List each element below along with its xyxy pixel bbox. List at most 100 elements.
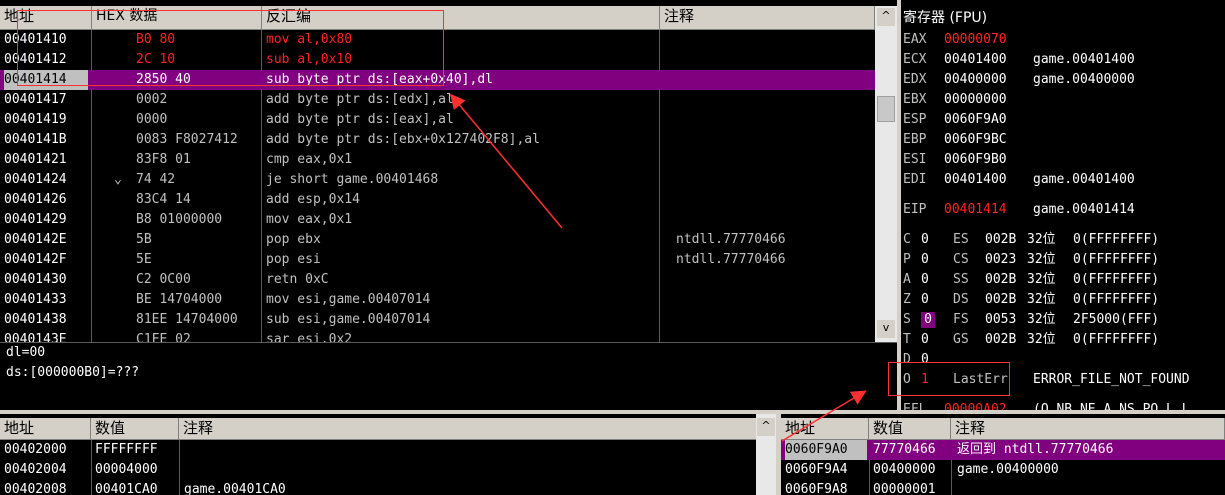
register-name: EAX [903,32,927,47]
memory-dump-pane[interactable]: 地址 数值 注释 00402000 FFFFFFFF 00402004 0000400… [0,414,776,495]
dump-col-header-comment[interactable]: 注释 [179,418,776,440]
disasm-row[interactable]: 0040142E 5B pop ebx ntdll.77770466 [0,230,875,250]
register-annotation: game.00401400 [1033,52,1135,67]
stack-row[interactable]: 0060F9A0 77770466 返回到 ntdll.77770466 [781,440,1225,460]
disasm-hex: 2C 10 [136,52,176,67]
disasm-row[interactable]: 00401426 83C4 14 add esp,0x14 [0,190,875,210]
disasm-hex: 74 42 [136,172,176,187]
stack-pane[interactable]: 地址 数值 注释 0060F9A0 77770466 返回到 ntdll.77770… [781,414,1225,495]
register-value[interactable]: 00000000 [944,90,1016,110]
disasm-address: 00401426 [4,192,67,207]
flag-value[interactable]: 1 [921,370,935,390]
disasm-row[interactable]: 00401421 83F8 01 cmp eax,0x1 [0,150,875,170]
disasm-row[interactable]: 00401410 B0 80 mov al,0x80 [0,30,875,50]
disasm-comment [676,30,872,50]
disasm-row[interactable]: 00401433 BE 14704000 mov esi,game.00407014 [0,290,875,310]
disasm-row[interactable]: 00401438 81EE 14704000 sub esi,game.004070… [0,310,875,330]
disasm-comment [676,270,872,290]
dump-row[interactable]: 00402008 00401CA0 game.00401CA0 [0,480,776,495]
dump-address: 00402000 [4,442,67,457]
stack-comment: 返回到 ntdll.77770466 [957,442,1114,457]
disasm-row[interactable]: 00401419 0000 add byte ptr ds:[eax],al [0,110,875,130]
disasm-hex: C2 0C00 [136,272,191,287]
flag-value[interactable]: 0 [921,252,935,268]
dump-scroll-up-button[interactable]: ^ [757,418,775,436]
register-value[interactable]: 00400000 [944,70,1016,90]
dump-scrollbar[interactable]: ^ [756,414,776,495]
register-value[interactable]: 00401414 [944,200,1016,220]
disasm-comment [676,330,872,342]
stack-col-header-address[interactable]: 地址 [781,418,869,440]
register-value[interactable]: 00401400 [944,50,1016,70]
registers-pane[interactable]: 寄存器 (FPU) EAX 00000070 ECX 00401400 game.004… [901,0,1225,417]
disasm-address: 00401412 [4,52,67,67]
segment-name [953,350,977,370]
disasm-hex: 2850 40 [136,72,191,87]
stack-address: 0060F9A8 [785,482,848,495]
disasm-comment [676,290,872,310]
disasm-row[interactable]: 00401424 74 42 je short game.00401468 ⌄ [0,170,875,190]
dump-col-header-value[interactable]: 数值 [91,418,179,440]
stack-row[interactable]: 0060F9A8 00000001 [781,480,1225,495]
disasm-hex: C1FE 02 [136,332,191,342]
col-header-hex[interactable]: HEX 数据 [92,6,262,30]
register-value[interactable]: 00000070 [944,30,1016,50]
disasm-comment [676,310,872,330]
disasm-comment: ntdll.77770466 [676,232,786,247]
disasm-hex: 0002 [136,92,168,107]
disasm-hex: 5B [136,232,152,247]
flag-name: Z [903,292,911,307]
disasm-instruction: mov al,0x80 [266,32,353,47]
register-value[interactable]: 00401400 [944,170,1016,190]
register-value[interactable]: 0060F9BC [944,130,1016,150]
disasm-row[interactable]: 00401414 2850 40 sub byte ptr ds:[eax+0x40… [0,70,875,90]
flag-value[interactable]: 0 [921,352,935,368]
disasm-row[interactable]: 00401430 C2 0C00 retn 0xC [0,270,875,290]
disasm-row[interactable]: 00401429 B8 01000000 mov eax,0x1 [0,210,875,230]
register-annotation [1033,150,1223,170]
flag-name: P [903,252,911,267]
flag-value[interactable]: 0 [921,292,935,308]
flag-value[interactable]: 0 [921,312,935,328]
col-header-comment[interactable]: 注释 [660,6,875,30]
disassembly-scrollbar[interactable]: ^ v [875,6,897,342]
segment-bits: 32位 [1027,312,1056,327]
lasterror-value: ERROR_FILE_NOT_FOUND [1033,372,1190,387]
disasm-comment: ntdll.77770466 [676,252,786,267]
disasm-row[interactable]: 00401412 2C 10 sub al,0x10 [0,50,875,70]
stack-row[interactable]: 0060F9A4 00400000 game.00400000 [781,460,1225,480]
scroll-up-button[interactable]: ^ [877,8,895,26]
disasm-comment [676,130,872,150]
stack-value: 00400000 [873,462,936,477]
dump-col-header-address[interactable]: 地址 [0,418,91,440]
flag-value[interactable]: 0 [921,272,935,288]
disasm-comment [676,150,872,170]
flag-value[interactable]: 0 [921,332,935,348]
stack-col-header-comment[interactable]: 注释 [951,418,1225,440]
disassembly-pane[interactable]: 地址 HEX 数据 反汇编 注释 00401410 B0 80 mov al,0x8… [0,0,875,342]
disasm-row[interactable]: 0040141B 0083 F8027412 add byte ptr ds:[eb… [0,130,875,150]
register-annotation [1033,110,1223,130]
disasm-instruction: cmp eax,0x1 [266,152,353,167]
lasterror-label: LastErr [953,372,1008,387]
disasm-comment [676,90,872,110]
disasm-row[interactable]: 00401417 0002 add byte ptr ds:[edx],al [0,90,875,110]
scroll-down-button[interactable]: v [877,320,895,338]
register-value[interactable]: 0060F9B0 [944,150,1016,170]
segment-bits: 32位 [1027,292,1056,307]
dump-row[interactable]: 00402004 00004000 [0,460,776,480]
col-header-disassembly[interactable]: 反汇编 [262,6,660,30]
register-value[interactable]: 0060F9A0 [944,110,1016,130]
segment-selector: 002B [985,292,1017,307]
stack-col-header-value[interactable]: 数值 [869,418,951,440]
disasm-address: 00401419 [4,112,67,127]
segment-base: 0(FFFFFFFF) [1073,232,1160,247]
register-name: EBX [903,92,927,107]
stack-comment [957,480,1223,495]
col-header-address[interactable]: 地址 [0,6,92,30]
scroll-thumb[interactable] [877,96,895,122]
flag-value[interactable]: 0 [921,232,935,248]
disasm-row[interactable]: 0040142F 5E pop esi ntdll.77770466 [0,250,875,270]
dump-row[interactable]: 00402000 FFFFFFFF [0,440,776,460]
disasm-row[interactable]: 0040143E C1FE 02 sar esi,0x2 [0,330,875,342]
